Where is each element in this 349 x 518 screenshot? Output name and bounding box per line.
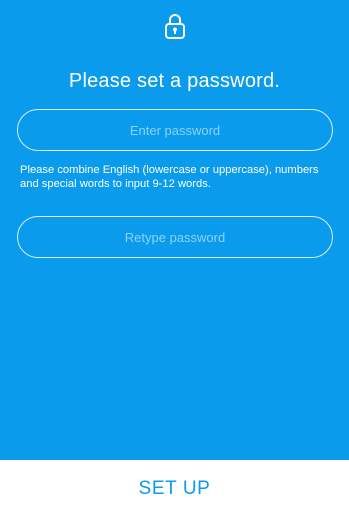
set-up-button[interactable]: SET UP bbox=[0, 460, 349, 518]
page-title: Please set a password. bbox=[68, 70, 281, 92]
lock-icon bbox=[163, 12, 187, 40]
password-input[interactable] bbox=[17, 109, 333, 151]
password-setup-screen: Please set a password. Please combine En… bbox=[0, 0, 349, 460]
footer-bar: SET UP bbox=[0, 460, 349, 518]
retype-password-input[interactable] bbox=[17, 216, 333, 258]
password-hint: Please combine English (lowercase or upp… bbox=[20, 164, 319, 190]
